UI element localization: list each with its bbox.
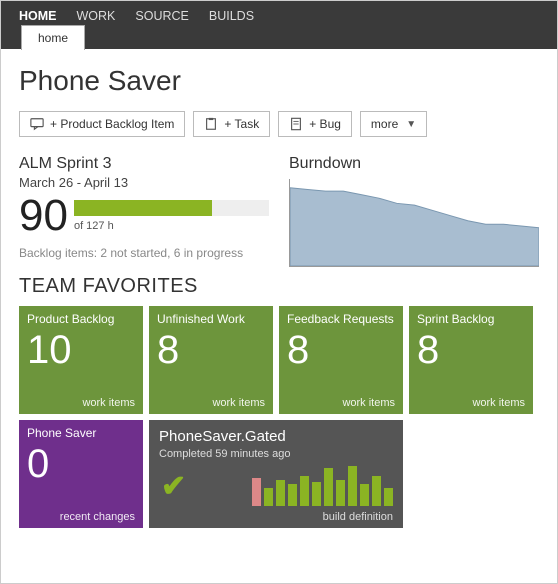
- tile-title: Sprint Backlog: [417, 312, 525, 326]
- favorite-tile[interactable]: Phone Saver 0 recent changes: [19, 420, 143, 528]
- tile-footer: recent changes: [60, 511, 135, 523]
- favorite-tile[interactable]: Sprint Backlog 8 work items: [409, 306, 533, 414]
- build-tile-footer: build definition: [323, 511, 393, 523]
- sprint-hours-total: of 127 h: [74, 220, 269, 232]
- tile-value: 8: [417, 330, 525, 370]
- check-icon: ✔: [161, 469, 186, 504]
- top-nav-item-home[interactable]: HOME: [9, 5, 67, 27]
- comment-icon: [30, 117, 44, 131]
- sprint-panel: ALM Sprint 3 March 26 - April 13 90 of 1…: [19, 155, 269, 267]
- backlog-status-text: Backlog items: 2 not started, 6 in progr…: [19, 246, 269, 260]
- tile-footer: work items: [82, 397, 135, 409]
- tile-footer: work items: [342, 397, 395, 409]
- page-title: Phone Saver: [19, 65, 539, 97]
- build-definition-tile[interactable]: PhoneSaver.Gated Completed 59 minutes ago…: [149, 420, 403, 528]
- build-tile-title: PhoneSaver.Gated: [159, 428, 393, 445]
- burndown-panel: Burndown: [289, 155, 539, 267]
- favorite-tile[interactable]: Feedback Requests 8 work items: [279, 306, 403, 414]
- tile-value: 0: [27, 444, 135, 484]
- favorite-tile[interactable]: Product Backlog 10 work items: [19, 306, 143, 414]
- tile-footer: work items: [212, 397, 265, 409]
- top-nav-item-builds[interactable]: BUILDS: [199, 5, 264, 27]
- add-backlog-item-button[interactable]: + Product Backlog Item: [19, 111, 185, 137]
- clipboard-icon: [204, 117, 218, 131]
- add-bug-button[interactable]: + Bug: [278, 111, 352, 137]
- toolbar: + Product Backlog Item + Task + Bug more…: [19, 111, 539, 137]
- add-task-button[interactable]: + Task: [193, 111, 270, 137]
- sprint-progress-bar: [74, 200, 269, 216]
- favorite-tile[interactable]: Unfinished Work 8 work items: [149, 306, 273, 414]
- favorites-tiles: Product Backlog10work itemsUnfinished Wo…: [19, 306, 539, 528]
- tile-title: Phone Saver: [27, 426, 135, 440]
- tile-value: 10: [27, 330, 135, 370]
- btn-label: + Task: [224, 117, 259, 131]
- top-nav-item-source[interactable]: SOURCE: [125, 5, 198, 27]
- sprint-title: ALM Sprint 3: [19, 155, 269, 173]
- btn-label: + Bug: [309, 117, 341, 131]
- sprint-progress: 90 of 127 h: [19, 194, 269, 238]
- sub-tab-home[interactable]: home: [21, 25, 85, 50]
- sprint-hours-completed: 90: [19, 194, 68, 238]
- burndown-title: Burndown: [289, 155, 539, 173]
- chevron-down-icon: ▼: [406, 119, 416, 130]
- burndown-area: [290, 179, 539, 266]
- tile-title: Unfinished Work: [157, 312, 265, 326]
- page-content: Phone Saver + Product Backlog Item + Tas…: [1, 49, 557, 540]
- btn-label: + Product Backlog Item: [50, 117, 174, 131]
- sprint-dates: March 26 - April 13: [19, 175, 269, 190]
- tile-footer: work items: [472, 397, 525, 409]
- team-favorites-heading: TEAM FAVORITES: [19, 275, 539, 298]
- top-nav: HOMEWORKSOURCEBUILDS home: [1, 1, 557, 49]
- sprint-burndown-row: ALM Sprint 3 March 26 - April 13 90 of 1…: [19, 155, 539, 267]
- build-tile-subtitle: Completed 59 minutes ago: [159, 448, 393, 460]
- tile-title: Product Backlog: [27, 312, 135, 326]
- tile-title: Feedback Requests: [287, 312, 395, 326]
- more-button[interactable]: more ▼: [360, 111, 427, 137]
- burndown-chart[interactable]: [289, 179, 539, 267]
- tile-value: 8: [287, 330, 395, 370]
- build-history-bars: [252, 464, 393, 506]
- sprint-progress-fill: [74, 200, 212, 216]
- btn-label: more: [371, 117, 398, 131]
- tile-value: 8: [157, 330, 265, 370]
- top-nav-items: HOMEWORKSOURCEBUILDS: [9, 1, 264, 27]
- document-icon: [289, 117, 303, 131]
- top-nav-item-work[interactable]: WORK: [67, 5, 126, 27]
